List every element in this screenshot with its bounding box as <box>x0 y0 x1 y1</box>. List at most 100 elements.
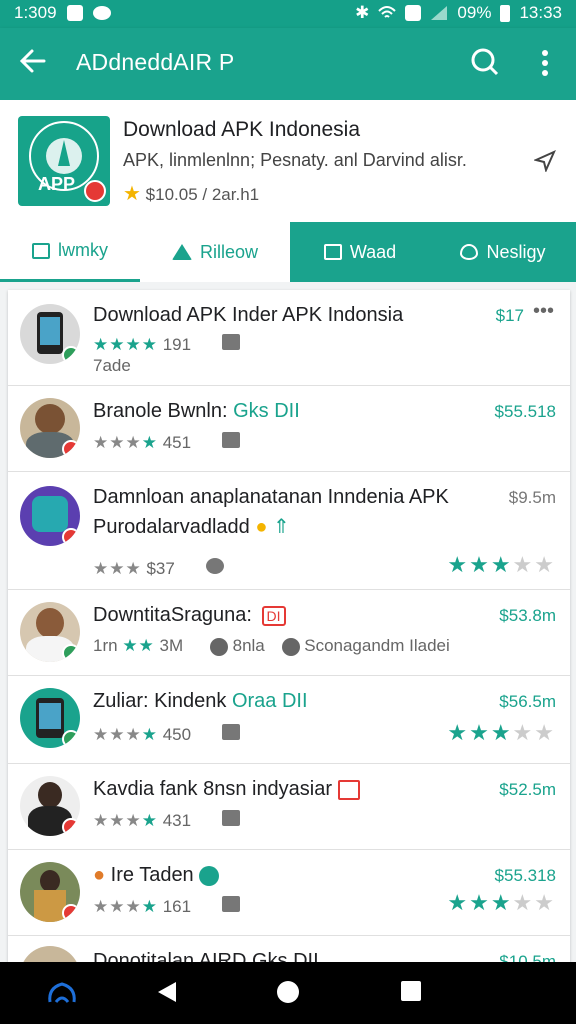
phone-icon <box>37 312 63 354</box>
download-icon <box>221 810 240 826</box>
chat-icon <box>323 244 342 260</box>
status-time-left: 1:309 <box>14 3 57 22</box>
row-rating: 161 <box>162 897 192 916</box>
row-meta: 1rn ★★ 3M 8nla Sconagandm Iladei <box>93 636 450 656</box>
more-vert-icon[interactable] <box>537 48 553 78</box>
arrow-up-icon: ⇑ <box>272 516 290 538</box>
list-item[interactable]: Zuliar: Kindenk Oraa DII $56.5m ★★★★ 450… <box>8 676 570 764</box>
tab-label: Nesligy <box>486 241 546 262</box>
system-nav-bar <box>0 962 576 1024</box>
row-title-wrap: Zuliar: Kindenk Oraa DII <box>93 690 308 713</box>
badge-icon <box>62 904 80 922</box>
row-chip: DI <box>261 606 286 626</box>
tab-label: Waad <box>349 241 397 262</box>
row-meta-1: 8nla <box>232 636 265 655</box>
message-icon <box>92 6 111 20</box>
bluetooth-icon: ✱ <box>355 3 370 22</box>
row-rating: 3M <box>159 636 184 655</box>
phone-icon <box>36 698 64 738</box>
star-icon: ★★★★ <box>93 811 158 830</box>
tab-review[interactable]: Rilleow <box>140 222 290 282</box>
star-icon: ★★★★ <box>93 725 158 744</box>
more-horiz-icon[interactable]: ••• <box>533 300 554 323</box>
row-extra: 7ade <box>93 356 131 375</box>
info-icon <box>209 637 228 656</box>
star-icon: ★★ <box>122 636 155 655</box>
row-meta: ★★★★ 191 <box>93 334 240 355</box>
tab-bar: lwmky Rilleow Waad Nesligy <box>0 222 576 282</box>
row-rating: $37 <box>146 559 175 578</box>
tab-chat[interactable]: Waad <box>290 222 430 282</box>
list-item[interactable]: Damnloan anaplanatanan Inndenia APK $9.5… <box>8 472 570 590</box>
row-sub-a: 1rn <box>93 636 118 655</box>
avatar <box>20 398 80 458</box>
row-price: $17 <box>495 306 524 325</box>
badge-icon <box>62 818 80 836</box>
row-price: $55.518 <box>494 402 556 421</box>
list-item[interactable]: Download APK Inder APK Indonsia $17 ••• … <box>8 290 570 386</box>
verified-icon <box>62 730 80 748</box>
star-icon: ★★★★ <box>93 335 158 354</box>
tab-favorites[interactable]: Nesligy <box>430 222 576 282</box>
rating-stars: ★★★★★ <box>447 720 556 745</box>
back-nav-icon[interactable] <box>156 980 178 1004</box>
sim-icon <box>405 5 422 21</box>
play-icon <box>205 558 224 574</box>
search-icon[interactable] <box>470 47 500 77</box>
heart-icon <box>460 244 479 260</box>
list-item[interactable]: Kavdia fank 8nsn indyasiar $52.5m ★★★★ 4… <box>8 764 570 850</box>
app-rating: ★ $10.05 / 2ar.h1 <box>123 181 259 206</box>
star-icon: ★★★★ <box>93 433 158 452</box>
row-rating: 451 <box>162 433 192 452</box>
row-price: $56.5m <box>499 692 556 711</box>
row-title: Damnloan anaplanatanan Inndenia APK <box>93 486 449 508</box>
verified-icon <box>62 346 80 364</box>
row-price: $52.5m <box>499 780 556 799</box>
list-item[interactable]: ● Ire Taden $55.318 ★★★★ 161 ★★★★★ <box>8 850 570 936</box>
row-price: $53.8m <box>499 606 556 625</box>
app-title: Download APK Indonesia <box>123 118 360 141</box>
battery-percent: 09% <box>457 3 492 22</box>
signal-icon <box>431 6 448 20</box>
avatar <box>20 862 80 922</box>
avatar <box>20 776 80 836</box>
folder-icon <box>32 242 50 259</box>
row-title-2-wrap: Purodalarvadladd ● ⇑ <box>93 514 290 539</box>
download-icon <box>221 896 240 912</box>
row-title-wrap: ● Ire Taden <box>93 864 220 887</box>
notification-icon <box>66 5 83 21</box>
download-icon <box>221 334 240 350</box>
row-tag: Oraa DII <box>231 690 308 712</box>
row-meta: ★★★★ 161 <box>93 896 240 917</box>
row-title: Branole Bwnln: <box>93 400 234 422</box>
row-meta-2: Sconagandm Iladei <box>304 636 450 655</box>
row-title: DowntitaSraguna: <box>93 604 252 626</box>
status-bar: 1:309 ✱ 09% 13:33 <box>0 0 576 28</box>
home-icon[interactable] <box>46 980 78 1006</box>
back-arrow-icon[interactable] <box>18 44 48 78</box>
list-item[interactable]: Branole Bwnln: Gks DII $55.518 ★★★★ 451 <box>8 386 570 472</box>
flag-icon <box>337 779 360 800</box>
share-icon[interactable] <box>534 150 556 172</box>
avatar <box>20 486 80 546</box>
tab-library[interactable]: lwmky <box>0 222 140 282</box>
row-rating: 191 <box>162 335 192 354</box>
row-price: $9.5m <box>508 488 556 507</box>
wifi-icon <box>378 6 397 18</box>
row-title-wrap: DowntitaSraguna: DI <box>93 604 286 627</box>
row-tag: Gks DII <box>233 400 300 422</box>
app-description: APK, linmlenlnn; Pesnaty. anl Darvind al… <box>123 150 467 170</box>
emoji-icon: ● <box>255 516 273 538</box>
square-recents-icon[interactable] <box>400 980 422 1002</box>
list-item[interactable]: DowntitaSraguna: DI $53.8m 1rn ★★ 3M 8nl… <box>8 590 570 676</box>
row-title-wrap: Kavdia fank 8nsn indyasiar <box>93 778 360 801</box>
toolbar: ADdneddAIR P <box>0 28 576 100</box>
circle-home-icon[interactable] <box>276 980 300 1004</box>
flame-icon: ● <box>93 864 106 886</box>
avatar <box>20 688 80 748</box>
tab-label: Rilleow <box>199 241 259 262</box>
star-icon: ★ <box>123 183 141 205</box>
row-title: Download APK Inder APK Indonsia <box>93 304 404 326</box>
avatar <box>20 602 80 662</box>
star-icon: ★★★ <box>93 559 142 578</box>
